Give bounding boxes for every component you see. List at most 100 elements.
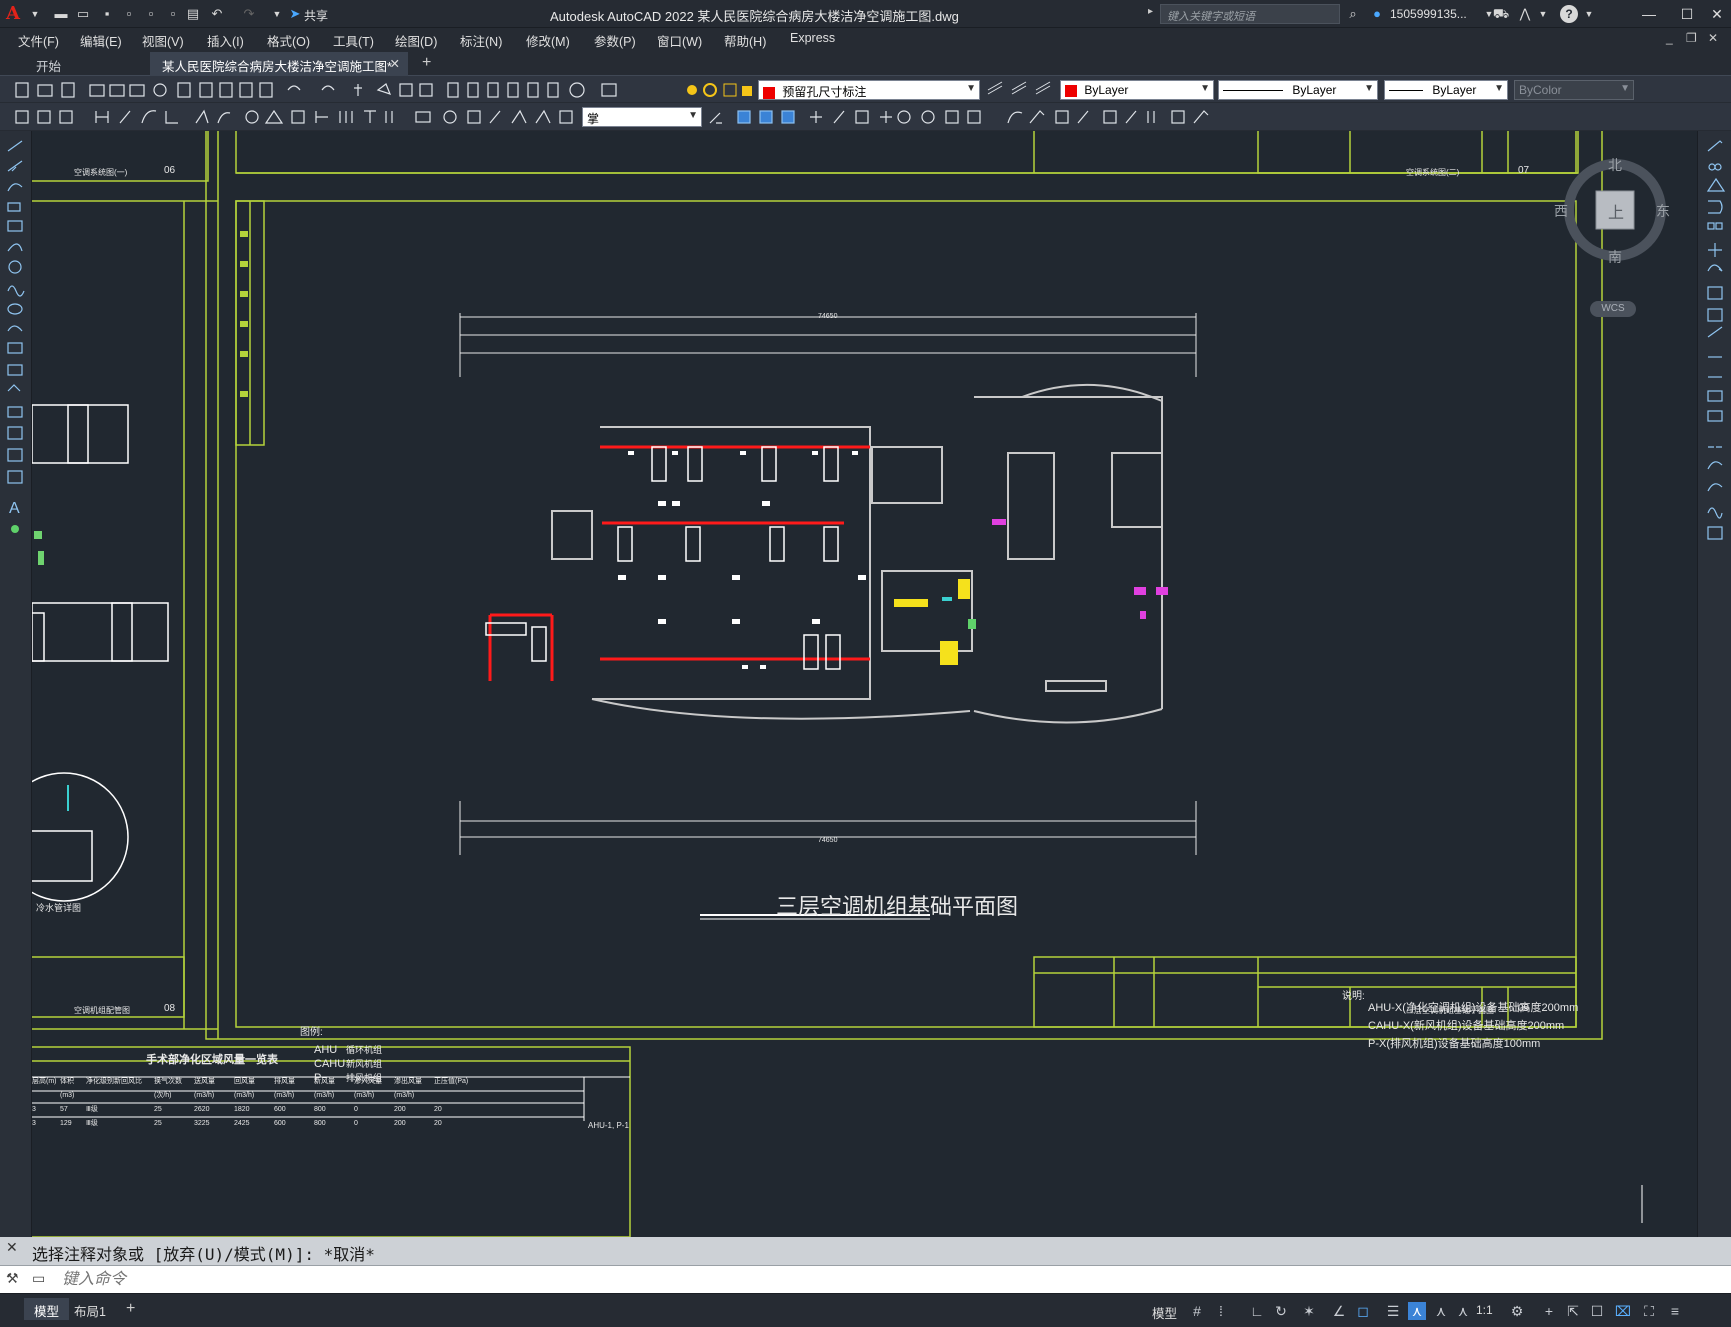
help-icon[interactable]: ? bbox=[1560, 5, 1578, 23]
standard-toolbar-icons[interactable] bbox=[6, 80, 646, 100]
color-dropdown[interactable]: ByLayer ▼ bbox=[1060, 80, 1214, 100]
annotation-visibility-icon[interactable]: ⋏ bbox=[1408, 1302, 1426, 1320]
save-as-icon[interactable]: ▫ bbox=[120, 5, 138, 23]
share-icon[interactable]: ➤ bbox=[286, 5, 304, 23]
linetype-dropdown[interactable]: ByLayer ▼ bbox=[1218, 80, 1378, 100]
menu-help[interactable]: 帮助(H) bbox=[724, 31, 766, 50]
autocad-logo[interactable]: A bbox=[6, 3, 26, 25]
autodesk-app-icon[interactable]: ⋀ bbox=[1516, 5, 1534, 23]
annotation-scale-icon[interactable]: ⋏ bbox=[1454, 1302, 1472, 1320]
menu-file[interactable]: 文件(F) bbox=[18, 31, 59, 50]
help-chevron-icon[interactable]: ▼ bbox=[1580, 5, 1598, 23]
tab-model[interactable]: 模型 bbox=[24, 1298, 70, 1320]
dimension-toolbar-icons[interactable] bbox=[6, 107, 582, 127]
tab-drawing[interactable]: 某人民医院综合病房大楼洁净空调施工图* ✕ bbox=[150, 52, 408, 76]
doc-restore-icon[interactable]: ❐ bbox=[1686, 31, 1697, 45]
draw-tool-icons[interactable]: A bbox=[4, 137, 28, 597]
lineweight-dropdown[interactable]: ByLayer ▼ bbox=[1384, 80, 1508, 100]
menu-format[interactable]: 格式(O) bbox=[267, 31, 310, 50]
plot-icon[interactable]: ▤ bbox=[184, 5, 202, 23]
menu-insert[interactable]: 插入(I) bbox=[207, 31, 244, 50]
customization-menu-icon[interactable]: ≡ bbox=[1666, 1302, 1684, 1320]
doc-close-icon[interactable]: ✕ bbox=[1708, 31, 1718, 45]
workspace-gear-icon[interactable]: ⚙ bbox=[1508, 1302, 1526, 1320]
ortho-icon[interactable]: ∟ bbox=[1248, 1302, 1266, 1320]
recent-commands-icon[interactable]: ▭ bbox=[32, 1270, 45, 1287]
osnap-icon[interactable]: ∠ bbox=[1330, 1302, 1348, 1320]
user-name[interactable]: 1505999135... bbox=[1390, 7, 1467, 21]
annotation-monitor-icon[interactable]: + bbox=[1540, 1302, 1558, 1320]
menu-window[interactable]: 窗口(W) bbox=[657, 31, 702, 50]
tab-start[interactable]: 开始 bbox=[24, 52, 148, 76]
annotation-scale-value[interactable]: 1:1 bbox=[1476, 1303, 1493, 1317]
clean-screen-icon[interactable]: ⛶ bbox=[1640, 1302, 1658, 1320]
maximize-icon[interactable]: ☐ bbox=[1674, 4, 1700, 24]
menu-modify[interactable]: 修改(M) bbox=[526, 31, 570, 50]
close-icon[interactable]: ✕ bbox=[1704, 4, 1730, 24]
menu-view[interactable]: 视图(V) bbox=[142, 31, 184, 50]
viewcube-south[interactable]: 南 bbox=[1608, 247, 1622, 267]
share-label[interactable]: 共享 bbox=[304, 7, 328, 24]
customize-qat-icon[interactable]: ▼ bbox=[268, 5, 286, 23]
open-web-icon[interactable]: ▫ bbox=[142, 5, 160, 23]
cad-drawing bbox=[32, 131, 1643, 1237]
doc-minimize-icon[interactable]: _ bbox=[1666, 31, 1673, 45]
drawing-canvas[interactable]: 三层空调机组基础平面图 图例: AHU 循环机组 CAHU新风机组 P 排风机组 说… bbox=[32, 131, 1697, 1237]
viewcube-east[interactable]: 东 bbox=[1656, 201, 1670, 221]
airflow-table: 层高(m) 体积(m3) 净化级别 新回风比 换气次数(次/h) 送风量(m3/… bbox=[32, 1075, 582, 1131]
minimize-icon[interactable]: — bbox=[1636, 4, 1662, 24]
viewcube[interactable]: 北 南 东 西 上 bbox=[1554, 155, 1670, 267]
modify-tool-icons[interactable] bbox=[1704, 137, 1728, 657]
viewcube-north[interactable]: 北 bbox=[1608, 155, 1622, 175]
autoscale-icon[interactable]: ⋏ bbox=[1432, 1302, 1450, 1320]
add-layout-icon[interactable]: + bbox=[126, 1300, 135, 1318]
layer-dropdown[interactable]: 预留孔尺寸标注 ▼ bbox=[758, 80, 980, 100]
tab-layout1[interactable]: 布局1 bbox=[64, 1298, 116, 1320]
grid-icon[interactable]: # bbox=[1188, 1302, 1206, 1320]
color-swatch bbox=[1065, 84, 1077, 97]
modify-toolbar-icons[interactable] bbox=[706, 107, 1226, 127]
command-close-icon[interactable]: ✕ bbox=[6, 1239, 24, 1263]
sheet-number-09: 09 bbox=[1518, 1003, 1530, 1014]
polar-icon[interactable]: ↻ bbox=[1272, 1302, 1290, 1320]
cart-icon[interactable]: ⛟ bbox=[1492, 5, 1510, 23]
text-style-dropdown[interactable]: 掌 ▼ bbox=[582, 107, 702, 127]
isolate-objects-icon[interactable]: ⌧ bbox=[1614, 1302, 1632, 1320]
app-chevron-icon[interactable]: ▼ bbox=[1534, 5, 1552, 23]
search-expand-icon[interactable]: ▸ bbox=[1148, 6, 1153, 17]
menu-edit[interactable]: 编辑(E) bbox=[80, 31, 122, 50]
menu-express[interactable]: Express bbox=[790, 31, 835, 45]
save-icon[interactable]: ▪ bbox=[98, 5, 116, 23]
user-icon[interactable]: ● bbox=[1368, 5, 1386, 23]
menu-draw[interactable]: 绘图(D) bbox=[395, 31, 437, 50]
model-space-label[interactable]: 模型 bbox=[1152, 1303, 1177, 1322]
redo-icon[interactable]: ↷ bbox=[240, 5, 258, 23]
undo-icon[interactable]: ↶ bbox=[208, 5, 226, 23]
table-header-cell: 新回风比 bbox=[114, 1078, 142, 1085]
search-icon[interactable]: ⌕ bbox=[1344, 5, 1362, 23]
lineweight-icon[interactable]: ☰ bbox=[1384, 1302, 1402, 1320]
units-icon[interactable]: ⇱ bbox=[1564, 1302, 1582, 1320]
new-tab-icon[interactable]: + bbox=[422, 54, 431, 72]
menu-tools[interactable]: 工具(T) bbox=[333, 31, 374, 50]
tab-close-icon[interactable]: ✕ bbox=[390, 56, 400, 71]
open-file-icon[interactable]: ▭ bbox=[74, 5, 92, 23]
osnap-track-icon[interactable]: ✶ bbox=[1300, 1302, 1318, 1320]
customize-icon[interactable]: ⚒ bbox=[6, 1270, 19, 1287]
menu-parametric[interactable]: 参数(P) bbox=[594, 31, 636, 50]
viewcube-west[interactable]: 西 bbox=[1554, 201, 1568, 221]
save-web-icon[interactable]: ▫ bbox=[164, 5, 182, 23]
layer-state-icons[interactable] bbox=[684, 80, 764, 100]
new-file-icon[interactable]: ▬ bbox=[52, 5, 70, 23]
command-input[interactable] bbox=[62, 1269, 1662, 1291]
search-input[interactable]: 键入关键字或短语 bbox=[1160, 4, 1340, 24]
plotstyle-dropdown[interactable]: ByColor ▼ bbox=[1514, 80, 1634, 100]
snap-icon[interactable]: ⁞ bbox=[1212, 1302, 1230, 1320]
layer-tools-icons[interactable] bbox=[984, 80, 1056, 100]
wcs-menu[interactable]: WCS bbox=[1590, 301, 1636, 317]
viewcube-top-face[interactable]: 上 bbox=[1608, 199, 1624, 223]
menu-dimension[interactable]: 标注(N) bbox=[460, 31, 502, 50]
dynamic-ucs-icon[interactable]: ◻ bbox=[1354, 1302, 1372, 1320]
app-menu-chevron-icon[interactable]: ▼ bbox=[26, 5, 44, 23]
quick-properties-icon[interactable]: ☐ bbox=[1588, 1302, 1606, 1320]
